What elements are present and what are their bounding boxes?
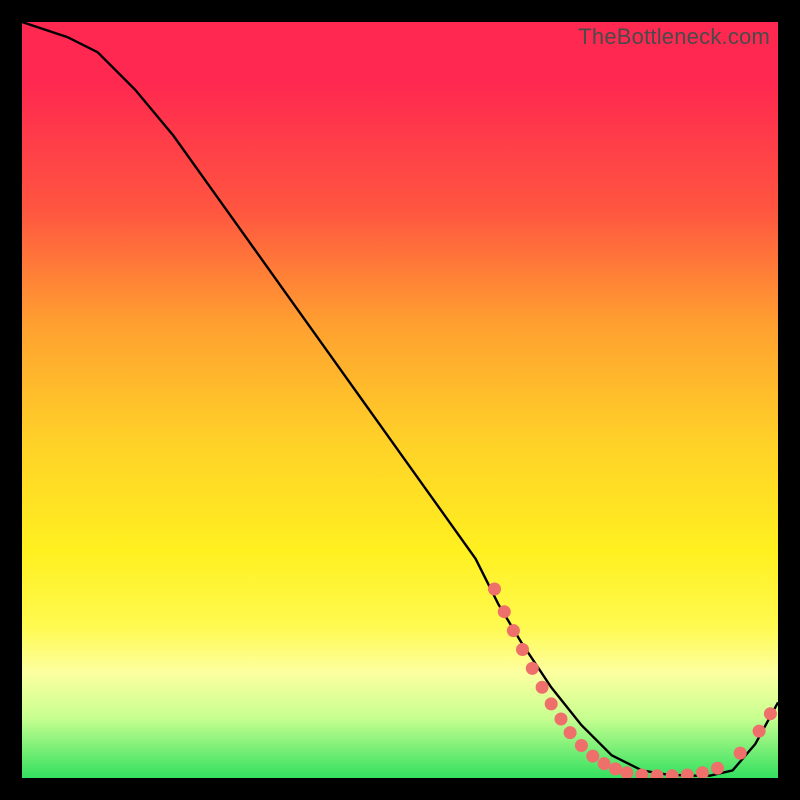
data-marker [516,643,529,656]
data-marker [575,739,588,752]
data-marker [555,713,568,726]
curve-layer [22,22,778,778]
data-marker [734,747,747,760]
data-marker [598,757,611,770]
data-marker [586,750,599,763]
data-marker [764,707,777,720]
data-marker [507,624,520,637]
data-marker [545,697,558,710]
data-marker [564,726,577,739]
bottleneck-curve [22,22,778,776]
plot-area: TheBottleneck.com [22,22,778,778]
data-marker [753,725,766,738]
data-marker [666,769,679,778]
data-marker [536,681,549,694]
data-marker [635,769,648,779]
data-marker [711,762,724,775]
data-marker [609,762,622,775]
chart-frame: TheBottleneck.com [0,0,800,800]
data-marker [526,662,539,675]
data-marker [681,769,694,779]
data-marker [620,766,633,778]
data-marker [651,769,664,778]
data-marker [696,766,709,778]
marker-group [488,583,777,779]
data-marker [488,583,501,596]
data-marker [498,605,511,618]
